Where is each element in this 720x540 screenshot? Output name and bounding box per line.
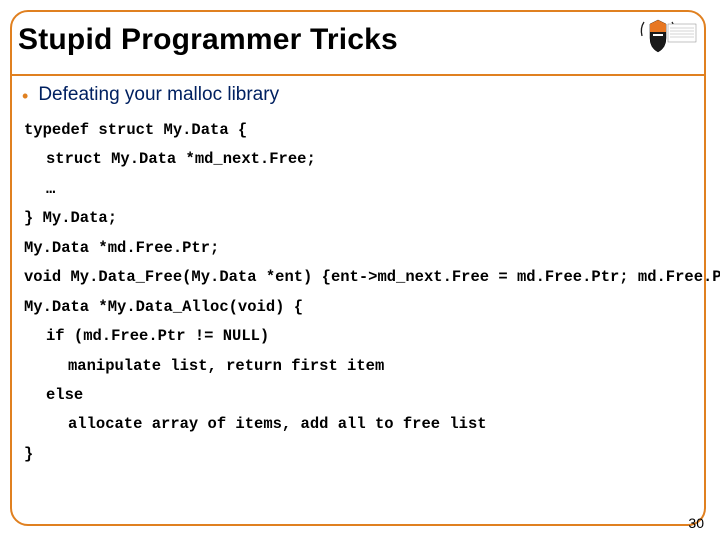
- code-line: …: [24, 175, 694, 204]
- code-line: } My.Data;: [24, 204, 694, 233]
- code-line: manipulate list, return first item: [24, 352, 694, 381]
- code-line: My.Data *My.Data_Alloc(void) {: [24, 293, 694, 322]
- bullet-item: • Defeating your malloc library: [22, 84, 694, 108]
- slide-title: Stupid Programmer Tricks: [18, 23, 398, 57]
- code-line: struct My.Data *md_next.Free;: [24, 145, 694, 174]
- bullet-dot-icon: •: [22, 84, 28, 108]
- code-line: if (md.Free.Ptr != NULL): [24, 322, 694, 351]
- code-block: typedef struct My.Data { struct My.Data …: [24, 116, 694, 469]
- code-line: void My.Data_Free(My.Data *ent) {ent->md…: [24, 263, 694, 292]
- code-line: else: [24, 381, 694, 410]
- title-row: Stupid Programmer Tricks: [18, 16, 698, 64]
- bullet-text: Defeating your malloc library: [38, 84, 279, 106]
- slide-content: • Defeating your malloc library typedef …: [22, 84, 694, 469]
- code-line: allocate array of items, add all to free…: [24, 410, 694, 439]
- title-divider: [12, 74, 704, 76]
- code-line: My.Data *md.Free.Ptr;: [24, 234, 694, 263]
- page-number: 30: [688, 515, 704, 531]
- princeton-shield-logo: [634, 16, 698, 64]
- code-line: }: [24, 440, 694, 469]
- code-line: typedef struct My.Data {: [24, 116, 694, 145]
